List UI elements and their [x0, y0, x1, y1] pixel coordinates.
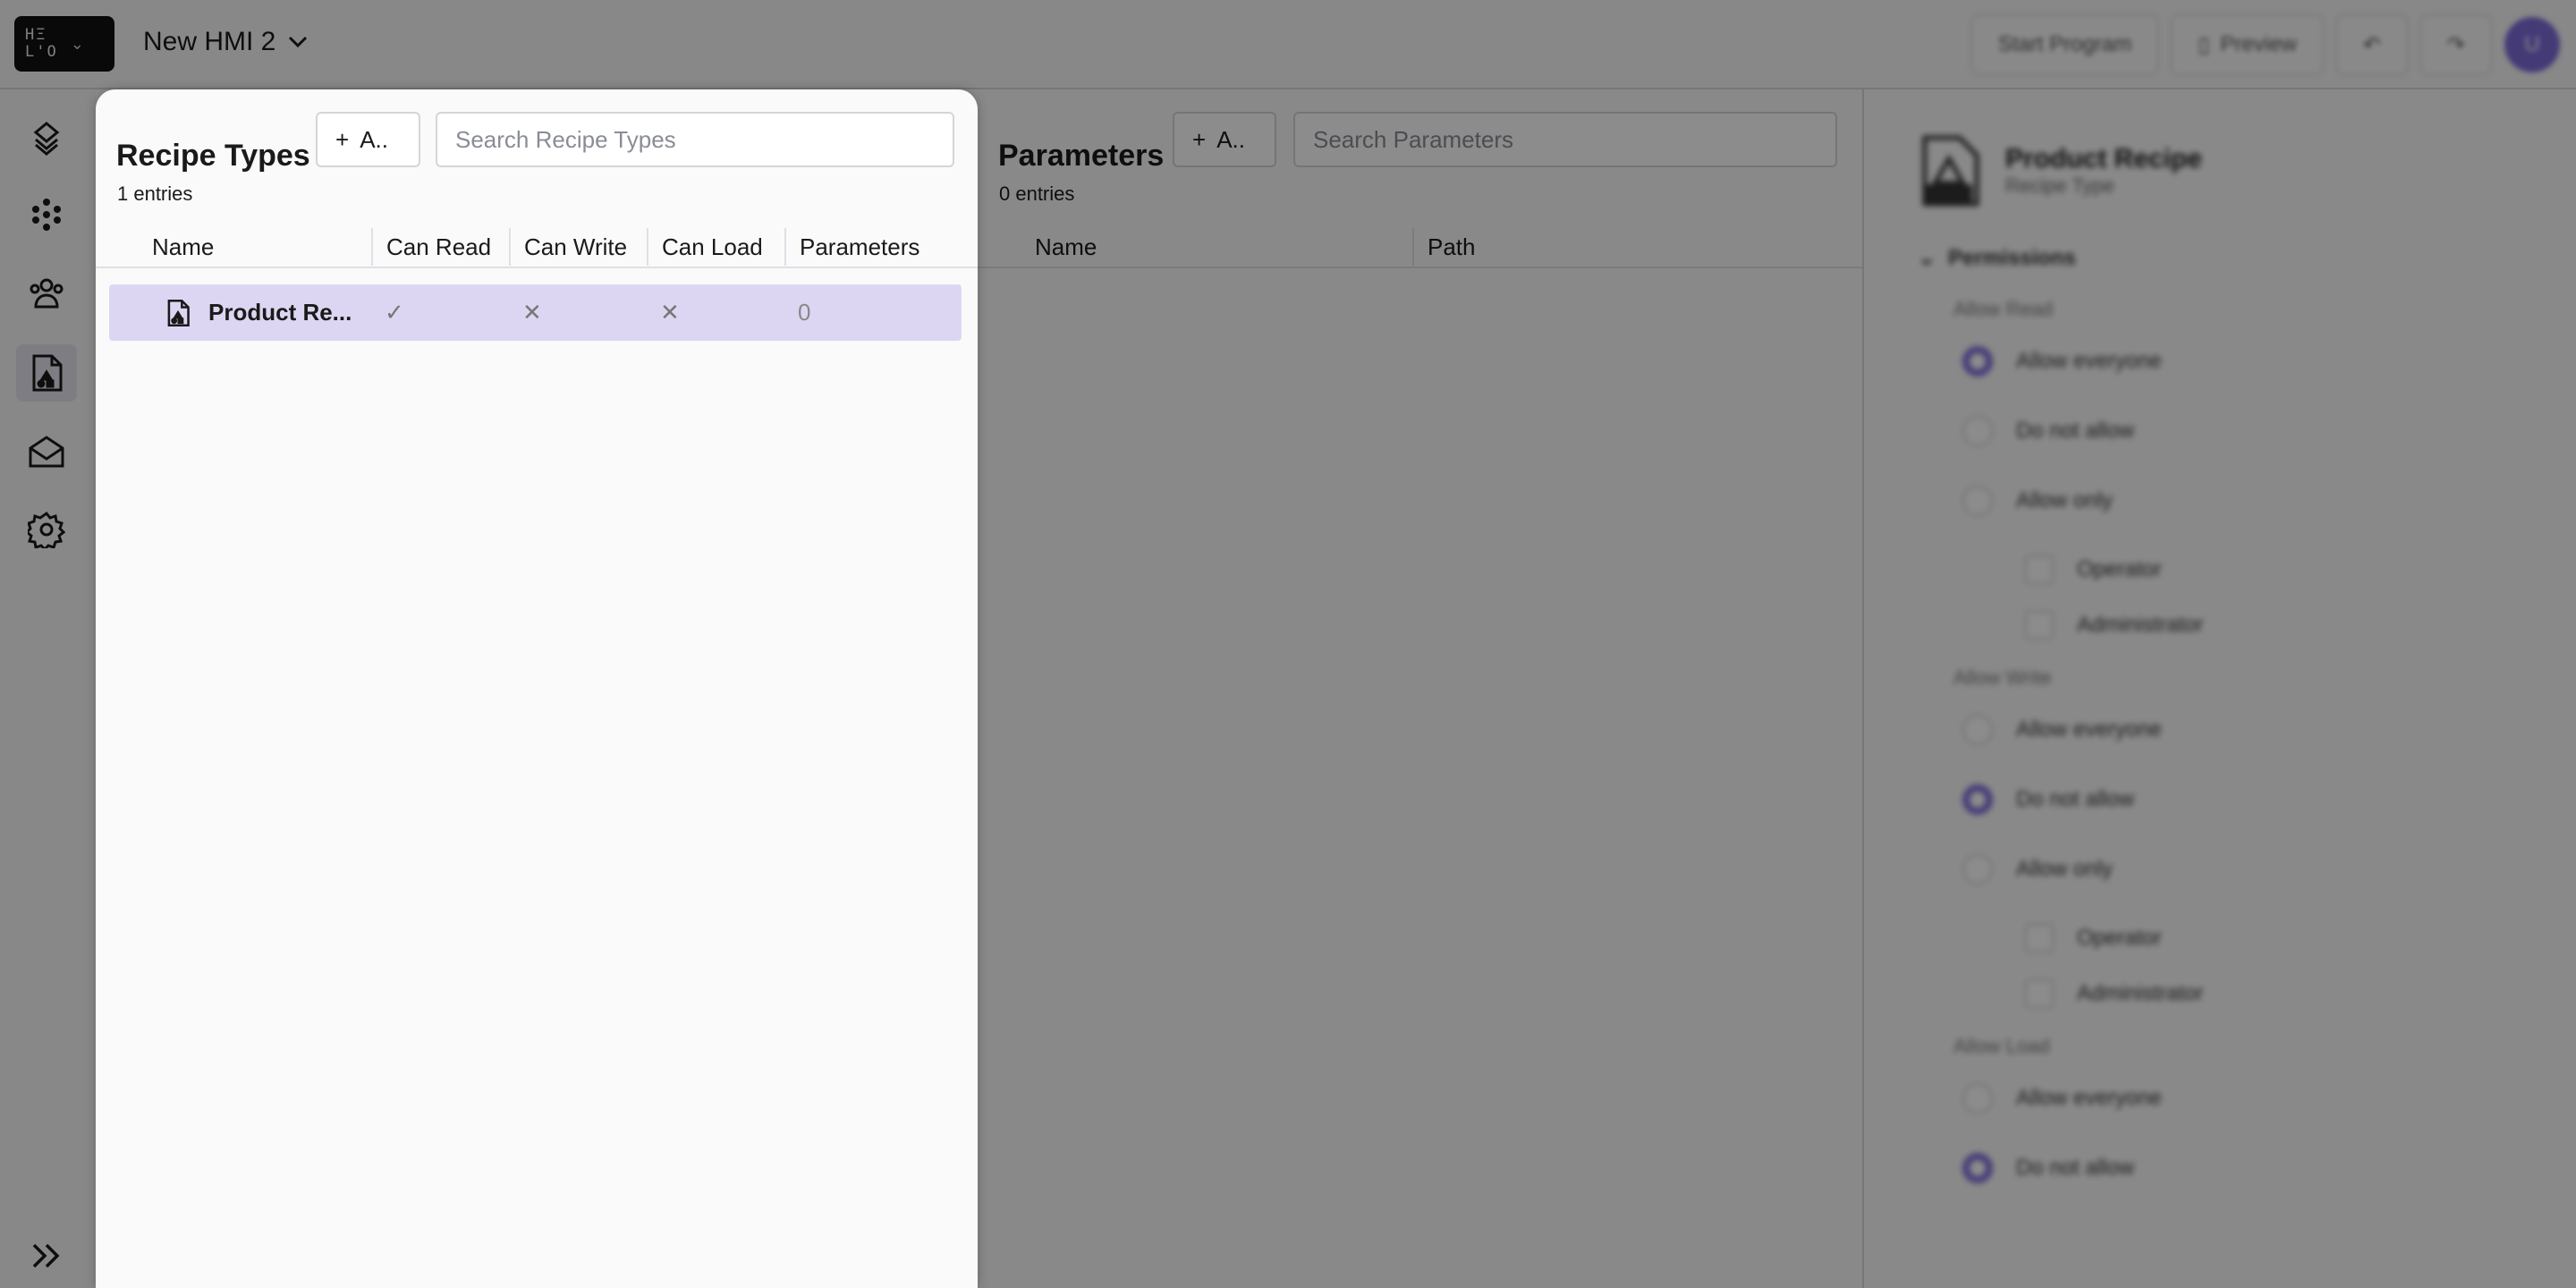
- column-header-name[interactable]: Name: [152, 228, 214, 266]
- recipe-name: Product Re...: [208, 299, 352, 326]
- column-header-can-load[interactable]: Can Load: [647, 228, 763, 266]
- column-header-parameters[interactable]: Parameters: [784, 228, 919, 266]
- can-load-x-icon: ✕: [660, 299, 680, 326]
- search-recipe-types-input[interactable]: [436, 112, 954, 167]
- recipe-types-count: 1 entries: [117, 182, 193, 205]
- recipe-types-title: Recipe Types: [116, 139, 310, 173]
- column-header-can-write[interactable]: Can Write: [509, 228, 627, 266]
- parameters-count-cell: 0: [798, 299, 811, 326]
- add-recipe-type-button[interactable]: + A..: [316, 112, 420, 167]
- add-label: A..: [360, 125, 388, 153]
- recipe-document-icon: [167, 300, 190, 326]
- recipe-types-table-header: Name Can Read Can Write Can Load Paramet…: [96, 228, 978, 268]
- can-write-x-icon: ✕: [522, 299, 542, 326]
- recipe-types-panel: Recipe Types + A.. 1 entries Name Can Rea…: [96, 89, 978, 1288]
- column-header-can-read[interactable]: Can Read: [371, 228, 491, 266]
- table-row[interactable]: Product Re... ✓ ✕ ✕ 0: [109, 284, 962, 341]
- can-read-check-icon: ✓: [385, 299, 404, 326]
- plus-icon: +: [335, 125, 350, 153]
